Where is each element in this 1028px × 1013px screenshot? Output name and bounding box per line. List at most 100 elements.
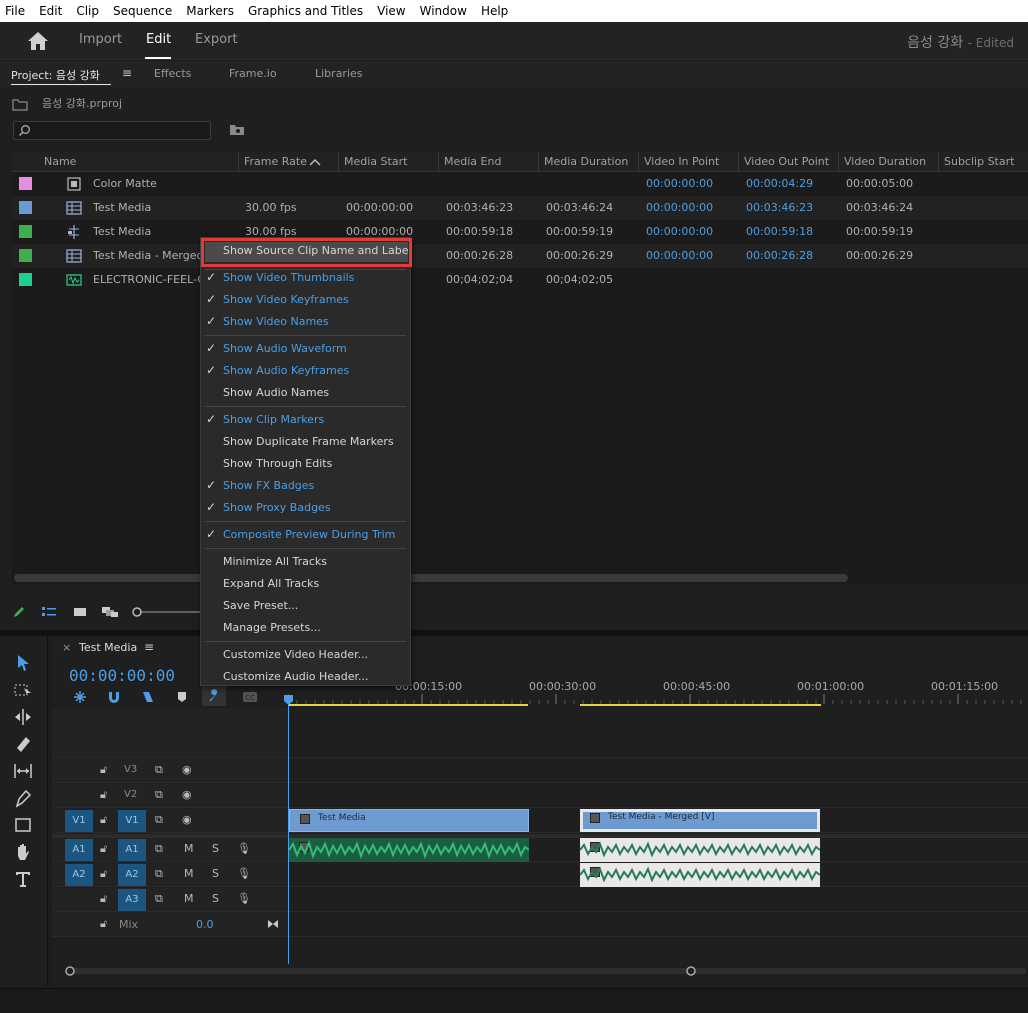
audio-clip[interactable] <box>289 838 529 862</box>
eye-icon[interactable]: ◉ <box>182 788 192 801</box>
table-row[interactable]: Color Matte 00:00:00:00 00:00:04:29 00:0… <box>12 172 1028 196</box>
menu-item-show-through-edits[interactable]: Show Through Edits <box>201 453 410 475</box>
track-v2[interactable]: 🔓︎ V2 ⧉ ◉ <box>52 784 1028 808</box>
solo-button[interactable]: S <box>212 892 219 905</box>
icon-view-icon[interactable] <box>73 605 87 619</box>
lock-icon[interactable]: 🔓︎ <box>100 813 107 827</box>
tab-project[interactable]: Project: 음성 강화 <box>11 67 100 83</box>
lock-icon[interactable]: 🔓︎ <box>100 842 107 856</box>
menu-item-show-video-keyframes[interactable]: ✓ Show Video Keyframes <box>201 289 410 311</box>
razor-tool-icon[interactable] <box>12 733 34 755</box>
track-mix[interactable]: 🔓︎ Mix 0.0 <box>52 913 1028 937</box>
lock-icon[interactable]: 🔓︎ <box>100 867 107 881</box>
eye-icon[interactable]: ◉ <box>182 763 192 776</box>
type-tool-icon[interactable] <box>12 868 34 890</box>
ripple-edit-tool-icon[interactable] <box>12 706 34 728</box>
video-clip[interactable]: Test Media <box>289 809 529 832</box>
menu-item-show-clip-markers[interactable]: ✓ Show Clip Markers <box>201 409 410 431</box>
col-media-duration[interactable]: Media Duration <box>544 155 628 168</box>
menu-clip[interactable]: Clip <box>69 0 106 22</box>
sync-lock-icon[interactable]: ⧉ <box>155 813 163 827</box>
col-media-start[interactable]: Media Start <box>344 155 407 168</box>
captions-icon[interactable]: CC <box>242 691 258 703</box>
col-video-duration[interactable]: Video Duration <box>844 155 926 168</box>
track-a3[interactable]: 🔓︎ A3 ⧉ M S 🎙︎ <box>52 888 1028 912</box>
col-subclip-start[interactable]: Subclip Start <box>944 155 1014 168</box>
tab-frameio[interactable]: Frame.io <box>229 67 277 80</box>
menu-item-show-proxy-badges[interactable]: ✓ Show Proxy Badges <box>201 497 410 519</box>
sort-ascending-icon[interactable] <box>309 158 321 166</box>
col-name[interactable]: Name <box>44 155 76 168</box>
sync-lock-icon[interactable]: ⧉ <box>155 842 163 856</box>
menu-item-show-fx-badges[interactable]: ✓ Show FX Badges <box>201 475 410 497</box>
menu-item-show-audio-waveform[interactable]: ✓ Show Audio Waveform <box>201 338 410 360</box>
nest-icon[interactable] <box>72 689 88 705</box>
rectangle-tool-icon[interactable] <box>12 814 34 836</box>
menu-help[interactable]: Help <box>474 0 515 22</box>
tab-libraries[interactable]: Libraries <box>315 67 363 80</box>
slip-tool-icon[interactable] <box>12 760 34 782</box>
lock-icon[interactable]: 🔓︎ <box>100 892 107 906</box>
solo-button[interactable]: S <box>212 842 219 855</box>
menu-file[interactable]: File <box>0 0 32 22</box>
track-a1[interactable]: A1 🔓︎ A1 ⧉ M S 🎙︎ <box>52 838 1028 862</box>
menu-view[interactable]: View <box>370 0 412 22</box>
list-view-icon[interactable] <box>41 605 57 619</box>
menu-graphics-and-titles[interactable]: Graphics and Titles <box>241 0 370 22</box>
video-in-point[interactable]: 00:00:00:00 <box>646 201 713 214</box>
menu-item-show-video-thumbnails[interactable]: ✓ Show Video Thumbnails <box>201 267 410 289</box>
lock-icon[interactable]: 🔓︎ <box>100 788 107 802</box>
menu-item-expand-all-tracks[interactable]: Expand All Tracks <box>201 573 410 595</box>
table-row[interactable]: ELECTRONIC-FEEL-GO 00;04;02;04 00;04;02;… <box>12 268 1028 292</box>
mute-button[interactable]: M <box>184 842 194 855</box>
freeform-view-icon[interactable] <box>101 605 119 619</box>
track-select-tool-icon[interactable] <box>12 679 34 701</box>
track-target-a2[interactable]: A2 <box>118 864 146 886</box>
linked-selection-icon[interactable] <box>140 689 156 705</box>
microphone-icon[interactable]: 🎙︎ <box>237 867 251 880</box>
solo-button[interactable]: S <box>212 867 219 880</box>
menu-sequence[interactable]: Sequence <box>106 0 179 22</box>
video-out-point[interactable]: 00:00:59:18 <box>746 225 813 238</box>
table-row[interactable]: Test Media 30.00 fps 00:00:00:00 00:03:4… <box>12 196 1028 220</box>
track-v1[interactable]: V1 🔓︎ V1 ⧉ ◉ Test Media Test Media - Mer… <box>52 809 1028 833</box>
col-media-end[interactable]: Media End <box>444 155 501 168</box>
pencil-icon[interactable] <box>12 605 26 619</box>
col-video-in-point[interactable]: Video In Point <box>644 155 719 168</box>
zoom-slider[interactable] <box>130 605 200 619</box>
menu-window[interactable]: Window <box>413 0 474 22</box>
home-icon[interactable] <box>27 31 49 51</box>
hand-tool-icon[interactable] <box>12 841 34 863</box>
video-out-point[interactable]: 00:03:46:23 <box>746 201 813 214</box>
add-marker-icon[interactable] <box>176 691 188 703</box>
horizontal-scrollbar[interactable] <box>14 574 848 582</box>
table-row[interactable]: Test Media 30.00 fps 00:00:00:00 00:00:5… <box>12 220 1028 244</box>
audio-clip[interactable] <box>580 838 820 862</box>
sync-lock-icon[interactable]: ⧉ <box>155 867 163 881</box>
menu-item-show-video-names[interactable]: ✓ Show Video Names <box>201 311 410 333</box>
track-target-a3[interactable]: A3 <box>118 889 146 911</box>
source-patch-a2[interactable]: A2 <box>65 864 93 886</box>
video-in-point[interactable]: 00:00:00:00 <box>646 225 713 238</box>
menu-markers[interactable]: Markers <box>179 0 241 22</box>
pen-tool-icon[interactable] <box>12 787 34 809</box>
audio-clip[interactable] <box>580 863 820 887</box>
new-search-bin-icon[interactable] <box>229 123 245 137</box>
label-color-swatch[interactable] <box>19 249 32 262</box>
track-v3[interactable]: 🔓︎ V3 ⧉ ◉ <box>52 759 1028 783</box>
menu-edit[interactable]: Edit <box>32 0 69 22</box>
sync-lock-icon[interactable]: ⧉ <box>155 892 163 906</box>
col-frame-rate[interactable]: Frame Rate <box>244 155 307 168</box>
menu-item-composite-preview-during-trim[interactable]: ✓ Composite Preview During Trim <box>201 524 410 546</box>
snap-icon[interactable] <box>106 689 122 705</box>
panel-menu-icon[interactable]: ≡ <box>144 640 154 654</box>
microphone-icon[interactable]: 🎙︎ <box>237 892 251 905</box>
track-a2[interactable]: A2 🔓︎ A2 ⧉ M S 🎙︎ <box>52 863 1028 887</box>
track-target-v1[interactable]: V1 <box>118 810 146 832</box>
table-row[interactable]: Test Media - Merged 00:00:26:28 00:00:26… <box>12 244 1028 268</box>
playhead-timecode[interactable]: 00:00:00:00 <box>69 666 175 685</box>
source-patch-v1[interactable]: V1 <box>65 810 93 832</box>
sync-lock-icon[interactable]: ⧉ <box>155 788 163 802</box>
mute-button[interactable]: M <box>184 867 194 880</box>
video-in-point[interactable]: 00:00:00:00 <box>646 177 713 190</box>
